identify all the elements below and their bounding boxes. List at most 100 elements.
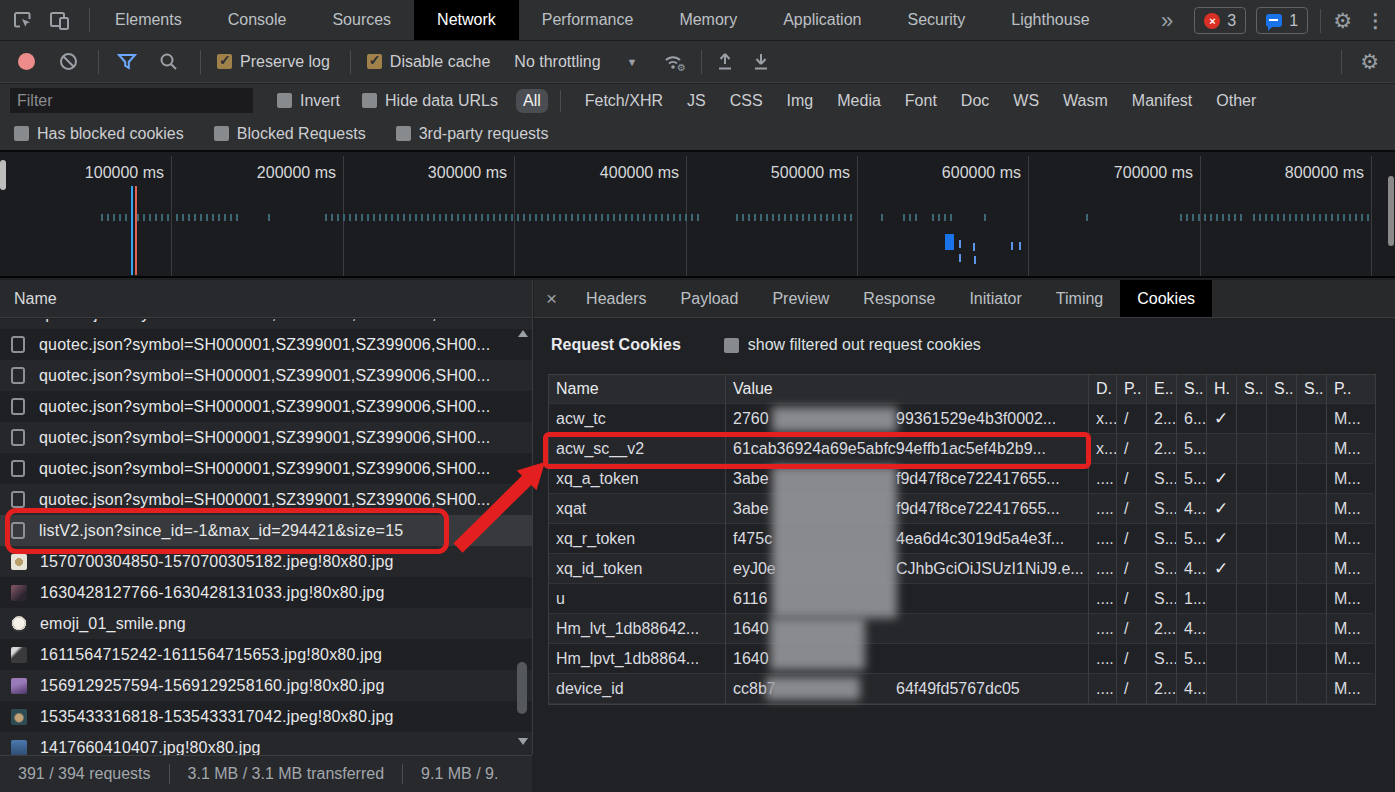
error-count-badge[interactable]: × 3 [1194,7,1246,34]
request-row[interactable]: 1569129257594-1569129258160.jpg!80x80.jp… [0,670,532,701]
filter-type-wasm[interactable]: Wasm [1063,92,1108,110]
column-header-s[interactable]: S.. [1297,375,1327,404]
request-row[interactable]: quotec.json?symbol=SH000001,SZ399001,SZ3… [0,453,532,484]
request-row[interactable]: quotec.json?symbol=SH000001,SZ399001,SZ3… [0,329,532,360]
request-row[interactable]: 1611564715242-1611564715653.jpg!80x80.jp… [0,639,532,670]
request-row[interactable]: emoji_01_smile.png [0,608,532,639]
filter-type-all[interactable]: All [516,89,548,113]
column-header-s[interactable]: S.. [1177,375,1207,404]
column-header-value[interactable]: Value [726,375,1089,404]
cookie-row-xqat[interactable]: xqat3abef9d47f8ce722417655......./S...4.… [549,494,1375,524]
column-header-s[interactable]: S.. [1237,375,1267,404]
cookie-row-xq-r-token[interactable]: xq_r_tokenf475c4ea6d4c3019d5a4e3f.......… [549,524,1375,554]
filter-type-font[interactable]: Font [905,92,937,110]
cookie-row-xq-id-token[interactable]: xq_id_tokeneyJ0eCJhbGciOiJSUzI1NiJ9.e...… [549,554,1375,584]
disable-cache-checkbox[interactable]: Disable cache [367,53,491,71]
has-blocked-cookies-checkbox[interactable]: Has blocked cookies [14,125,184,143]
request-row[interactable]: quotec.json?symbol=SH000001,SZ399001,SZ3… [0,360,532,391]
cookie-row-acw-sc-v2[interactable]: acw_sc__v261cab36924a69e5abfc94effb1ac5e… [549,434,1375,464]
column-header-p[interactable]: P.. [1327,375,1373,404]
column-header-h[interactable]: H. [1207,375,1237,404]
column-header-e[interactable]: E.. [1147,375,1177,404]
filter-type-css[interactable]: CSS [730,92,763,110]
hide-data-urls-checkbox[interactable]: Hide data URLs [362,92,498,110]
timeline-left-handle[interactable] [0,160,6,190]
request-row-partial[interactable]: quotec.json?symbol=SH000001,SZ399001,SZ3… [0,319,532,329]
tab-sources[interactable]: Sources [309,0,414,40]
network-settings-gear-icon[interactable]: ⚙ [1360,50,1379,74]
filter-type-ws[interactable]: WS [1013,92,1039,110]
timeline-right-handle[interactable] [1388,176,1394,246]
tab-security[interactable]: Security [884,0,988,40]
detail-tab-initiator[interactable]: Initiator [952,280,1038,317]
detail-tab-cookies[interactable]: Cookies [1120,280,1212,317]
inspect-element-icon[interactable] [12,10,33,31]
invert-checkbox[interactable]: Invert [277,92,340,110]
export-har-icon[interactable] [752,52,770,72]
detail-tab-preview[interactable]: Preview [755,280,846,317]
settings-gear-icon[interactable]: ⚙ [1333,9,1352,33]
detail-tab-headers[interactable]: Headers [569,280,663,317]
tab-application[interactable]: Application [760,0,884,40]
cookie-row-hm-lpvt-1db8864[interactable]: Hm_lpvt_1db8864...1640..../S...5...M... [549,644,1375,674]
filter-type-doc[interactable]: Doc [961,92,989,110]
more-tabs-icon[interactable]: » [1161,8,1170,34]
clear-network-log-icon[interactable] [59,52,78,71]
name-column-header[interactable]: Name [0,280,532,318]
request-row[interactable]: quotec.json?symbol=SH000001,SZ399001,SZ3… [0,391,532,422]
import-har-icon[interactable] [716,52,734,72]
tab-network[interactable]: Network [414,0,519,40]
issues-count-badge[interactable]: 1 [1256,7,1308,34]
tab-elements[interactable]: Elements [92,0,205,40]
close-detail-icon[interactable]: × [534,280,569,317]
cookie-row-xq-a-token[interactable]: xq_a_token3abef9d47f8ce722417655......./… [549,464,1375,494]
tab-lighthouse[interactable]: Lighthouse [988,0,1112,40]
tab-memory[interactable]: Memory [656,0,760,40]
filter-type-fetch-xhr[interactable]: Fetch/XHR [585,92,663,110]
request-row[interactable]: listV2.json?since_id=-1&max_id=294421&si… [0,515,532,546]
show-filtered-checkbox[interactable] [724,338,739,353]
blocked-requests-checkbox[interactable]: Blocked Requests [214,125,366,143]
scroll-up-icon[interactable] [518,325,528,337]
throttling-select[interactable]: No throttling ▼ [506,53,637,71]
column-header-p[interactable]: P.. [1117,375,1147,404]
scroll-thumb[interactable] [517,662,527,714]
detail-tab-payload[interactable]: Payload [664,280,756,317]
filter-input[interactable]: Filter [10,88,253,113]
cookie-row-device-id[interactable]: device_idcc8b764f49fd5767dc05..../2...4.… [549,674,1375,704]
preserve-log-checkbox[interactable]: Preserve log [217,53,330,71]
filter-type-js[interactable]: JS [687,92,706,110]
scroll-down-icon[interactable] [518,738,528,750]
detail-tab-response[interactable]: Response [846,280,952,317]
filter-type-other[interactable]: Other [1216,92,1256,110]
column-header-d[interactable]: D. [1089,375,1117,404]
tab-performance[interactable]: Performance [519,0,657,40]
column-header-s[interactable]: S.. [1267,375,1297,404]
cookie-row-acw-tc[interactable]: acw_tc276099361529e4b3f0002...x.../2...6… [549,404,1375,434]
cookie-value-suffix: 64f49fd5767dc05 [896,674,1020,703]
cookie-row-u[interactable]: u6116..../S...1...M... [549,584,1375,614]
tab-console[interactable]: Console [205,0,310,40]
request-row[interactable]: 1570700304850-1570700305182.jpeg!80x80.j… [0,546,532,577]
toggle-device-toolbar-icon[interactable] [49,10,71,31]
filter-funnel-icon[interactable] [117,53,137,70]
request-row[interactable]: quotec.json?symbol=SH000001,SZ399001,SZ3… [0,484,532,515]
column-header-name[interactable]: Name [549,375,726,404]
request-row[interactable]: 1535433316818-1535433317042.jpeg!80x80.j… [0,701,532,732]
requests-scrollbar[interactable] [516,322,528,752]
request-row[interactable]: quotec.json?symbol=SH000001,SZ399001,SZ3… [0,422,532,453]
request-row[interactable]: 1417660410407.jpg!80x80.jpg [0,732,532,755]
search-icon[interactable] [159,52,178,71]
record-network-log-icon[interactable] [18,53,35,70]
kebab-menu-icon[interactable]: ⋮ [1362,9,1389,32]
request-row[interactable]: 1630428127766-1630428131033.jpg!80x80.jp… [0,577,532,608]
3rd-party-requests-checkbox[interactable]: 3rd-party requests [396,125,549,143]
timeline-activity-tick [932,214,934,221]
detail-tab-timing[interactable]: Timing [1039,280,1120,317]
network-overview-timeline[interactable]: 100000 ms200000 ms300000 ms400000 ms5000… [0,152,1395,278]
network-conditions-icon[interactable]: ⚙ [663,52,687,72]
filter-type-img[interactable]: Img [787,92,814,110]
filter-type-manifest[interactable]: Manifest [1132,92,1192,110]
filter-type-media[interactable]: Media [837,92,881,110]
cookie-row-hm-lvt-1db88642[interactable]: Hm_lvt_1db88642...1640..../2...4...M... [549,614,1375,644]
